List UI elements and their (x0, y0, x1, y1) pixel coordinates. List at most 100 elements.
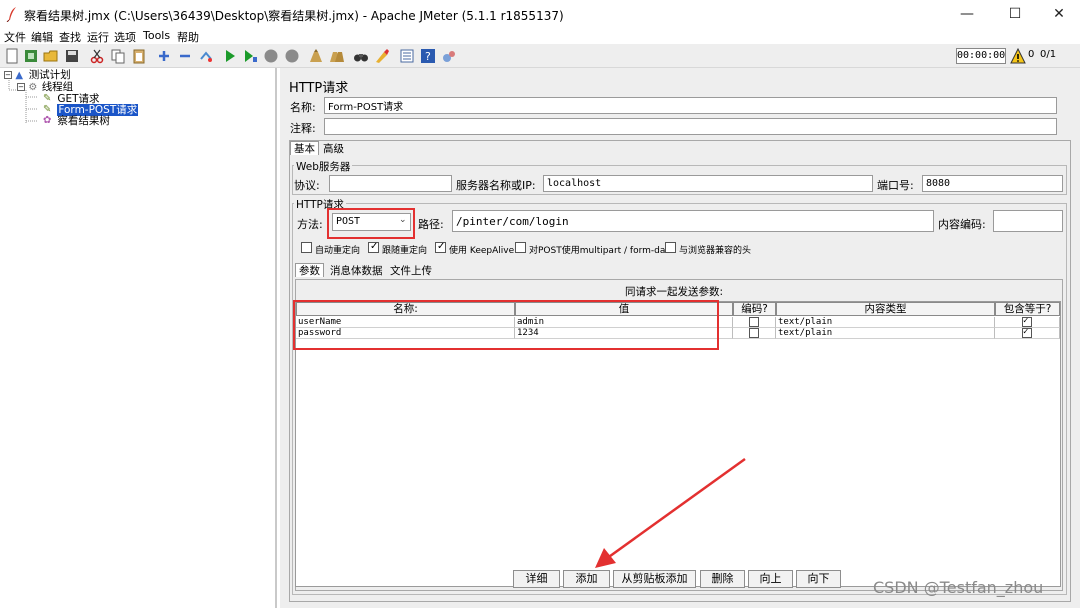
include-equals-checkbox[interactable]: ✓ (1022, 328, 1032, 338)
active-threads: 0/1 (1040, 49, 1057, 60)
collapse-toggle-icon[interactable]: − (4, 71, 12, 79)
toolbar: ? 00:00:00 0 0/1 (0, 44, 1080, 68)
start-icon[interactable] (222, 48, 238, 64)
copy-icon[interactable] (110, 48, 126, 64)
window-title: 察看结果树.jmx (C:\Users\36439\Desktop\察看结果树.… (24, 9, 564, 23)
move-down-button[interactable]: 向下 (796, 570, 841, 588)
comment-label: 注释: (290, 122, 316, 135)
param-include-equals-cell[interactable]: ✓ (995, 328, 1060, 339)
listener-icon: ✿ (43, 115, 52, 126)
param-content-type-cell[interactable]: text/plain (776, 328, 995, 339)
panel-title: HTTP请求 (289, 81, 349, 96)
column-content-type[interactable]: 内容类型 (776, 302, 995, 316)
menu-tools[interactable]: Tools (143, 29, 170, 42)
subtab-file-upload[interactable]: 文件上传 (387, 264, 435, 278)
path-label: 路径: (418, 218, 444, 231)
search-binoculars-icon[interactable] (353, 48, 369, 64)
follow-redirect-checkbox[interactable]: ✓ (368, 241, 379, 253)
menu-help[interactable]: 帮助 (177, 29, 199, 45)
encoding-label: 内容编码: (938, 218, 986, 231)
encoding-input[interactable] (993, 210, 1063, 232)
browser-headers-checkbox[interactable] (665, 242, 676, 253)
auto-redirect-label: 自动重定向 (315, 246, 361, 256)
column-include-equals[interactable]: 包含等于? (995, 302, 1060, 316)
server-input[interactable] (543, 175, 873, 192)
browser-headers-label: 与浏览器兼容的头 (679, 246, 752, 256)
port-label: 端口号: (877, 179, 914, 192)
name-label: 名称: (290, 101, 316, 114)
subtab-parameters[interactable]: 参数 (295, 263, 324, 277)
collapse-toggle-icon[interactable]: − (17, 83, 25, 91)
test-plan-icon: ▲ (15, 70, 24, 81)
new-icon[interactable] (4, 48, 20, 64)
help-icon[interactable]: ? (420, 48, 436, 64)
multipart-checkbox[interactable] (515, 242, 526, 253)
param-content-type-cell[interactable]: text/plain (776, 317, 995, 328)
maximize-button[interactable]: ☐ (992, 0, 1038, 28)
param-include-equals-cell[interactable]: ✓ (995, 317, 1060, 328)
warning-count: 0 (1028, 49, 1035, 60)
encode-checkbox[interactable] (749, 317, 759, 327)
reset-search-icon[interactable] (374, 48, 390, 64)
detail-button[interactable]: 详细 (513, 570, 560, 588)
method-label: 方法: (297, 218, 323, 231)
subtab-body-data[interactable]: 消息体数据 (327, 264, 386, 278)
menu-file[interactable]: 文件 (4, 29, 26, 45)
tab-advanced[interactable]: 高级 (320, 142, 347, 156)
remote-icon[interactable] (441, 48, 457, 64)
auto-redirect-checkbox[interactable] (301, 242, 312, 253)
tree-item-test-plan[interactable]: − ▲ 测试计划 (4, 69, 71, 81)
tab-basic[interactable]: 基本 (290, 141, 319, 155)
column-encode[interactable]: 编码? (733, 302, 776, 316)
open-icon[interactable] (43, 48, 59, 64)
tree-item-label: 线程组 (41, 81, 74, 93)
web-server-title: Web服务器 (294, 159, 353, 174)
path-input[interactable] (452, 210, 934, 232)
shutdown-icon[interactable] (284, 48, 300, 64)
close-button[interactable]: ✕ (1036, 0, 1080, 28)
function-helper-icon[interactable] (399, 48, 415, 64)
save-icon[interactable] (64, 48, 80, 64)
server-label: 服务器名称或IP: (456, 179, 536, 192)
menu-edit[interactable]: 编辑 (31, 29, 53, 45)
encode-checkbox[interactable] (749, 328, 759, 338)
tree-item-label: 察看结果树 (57, 115, 110, 127)
clear-all-icon[interactable] (329, 48, 345, 64)
protocol-input[interactable] (329, 175, 452, 192)
tree-item-view-results-tree[interactable]: ✿ 察看结果树 (43, 115, 110, 127)
comment-input[interactable] (324, 118, 1057, 135)
check-mark-icon: ✓ (1023, 328, 1029, 337)
annotation-method-box (327, 208, 415, 239)
param-encode-cell[interactable] (733, 317, 776, 328)
menu-search[interactable]: 查找 (59, 29, 81, 45)
param-encode-cell[interactable] (733, 328, 776, 339)
title-bar: 察看结果树.jmx (C:\Users\36439\Desktop\察看结果树.… (0, 0, 1080, 28)
annotation-arrow (595, 457, 746, 568)
thread-group-gear-icon: ⚙ (28, 82, 38, 93)
menu-bar: 文件 编辑 查找 运行 选项 Tools 帮助 (0, 28, 1080, 44)
menu-run[interactable]: 运行 (87, 29, 109, 45)
toggle-icon[interactable] (198, 48, 214, 64)
parameters-caption: 同请求一起发送参数: (625, 286, 724, 298)
include-equals-checkbox[interactable]: ✓ (1022, 317, 1032, 327)
name-input[interactable] (324, 97, 1057, 114)
tree-item-label: 测试计划 (28, 69, 71, 81)
start-no-pause-icon[interactable] (242, 48, 258, 64)
check-mark-icon: ✓ (437, 241, 446, 252)
expand-all-icon[interactable] (156, 48, 172, 64)
jmeter-feather-icon (6, 7, 16, 22)
minimize-button[interactable]: — (944, 0, 990, 28)
move-up-button[interactable]: 向上 (748, 570, 793, 588)
cut-icon[interactable] (89, 48, 105, 64)
follow-redirect-label: 跟随重定向 (382, 246, 428, 256)
keepalive-checkbox[interactable]: ✓ (435, 241, 446, 253)
tree-item-thread-group[interactable]: − ⚙ 线程组 (17, 81, 73, 93)
menu-options[interactable]: 选项 (114, 29, 136, 45)
port-input[interactable] (922, 175, 1063, 192)
templates-icon[interactable] (23, 48, 39, 64)
clear-icon[interactable] (308, 48, 324, 64)
stop-icon[interactable] (263, 48, 279, 64)
warning-icon[interactable] (1010, 48, 1026, 64)
paste-icon[interactable] (131, 48, 147, 64)
collapse-all-icon[interactable] (177, 48, 193, 64)
